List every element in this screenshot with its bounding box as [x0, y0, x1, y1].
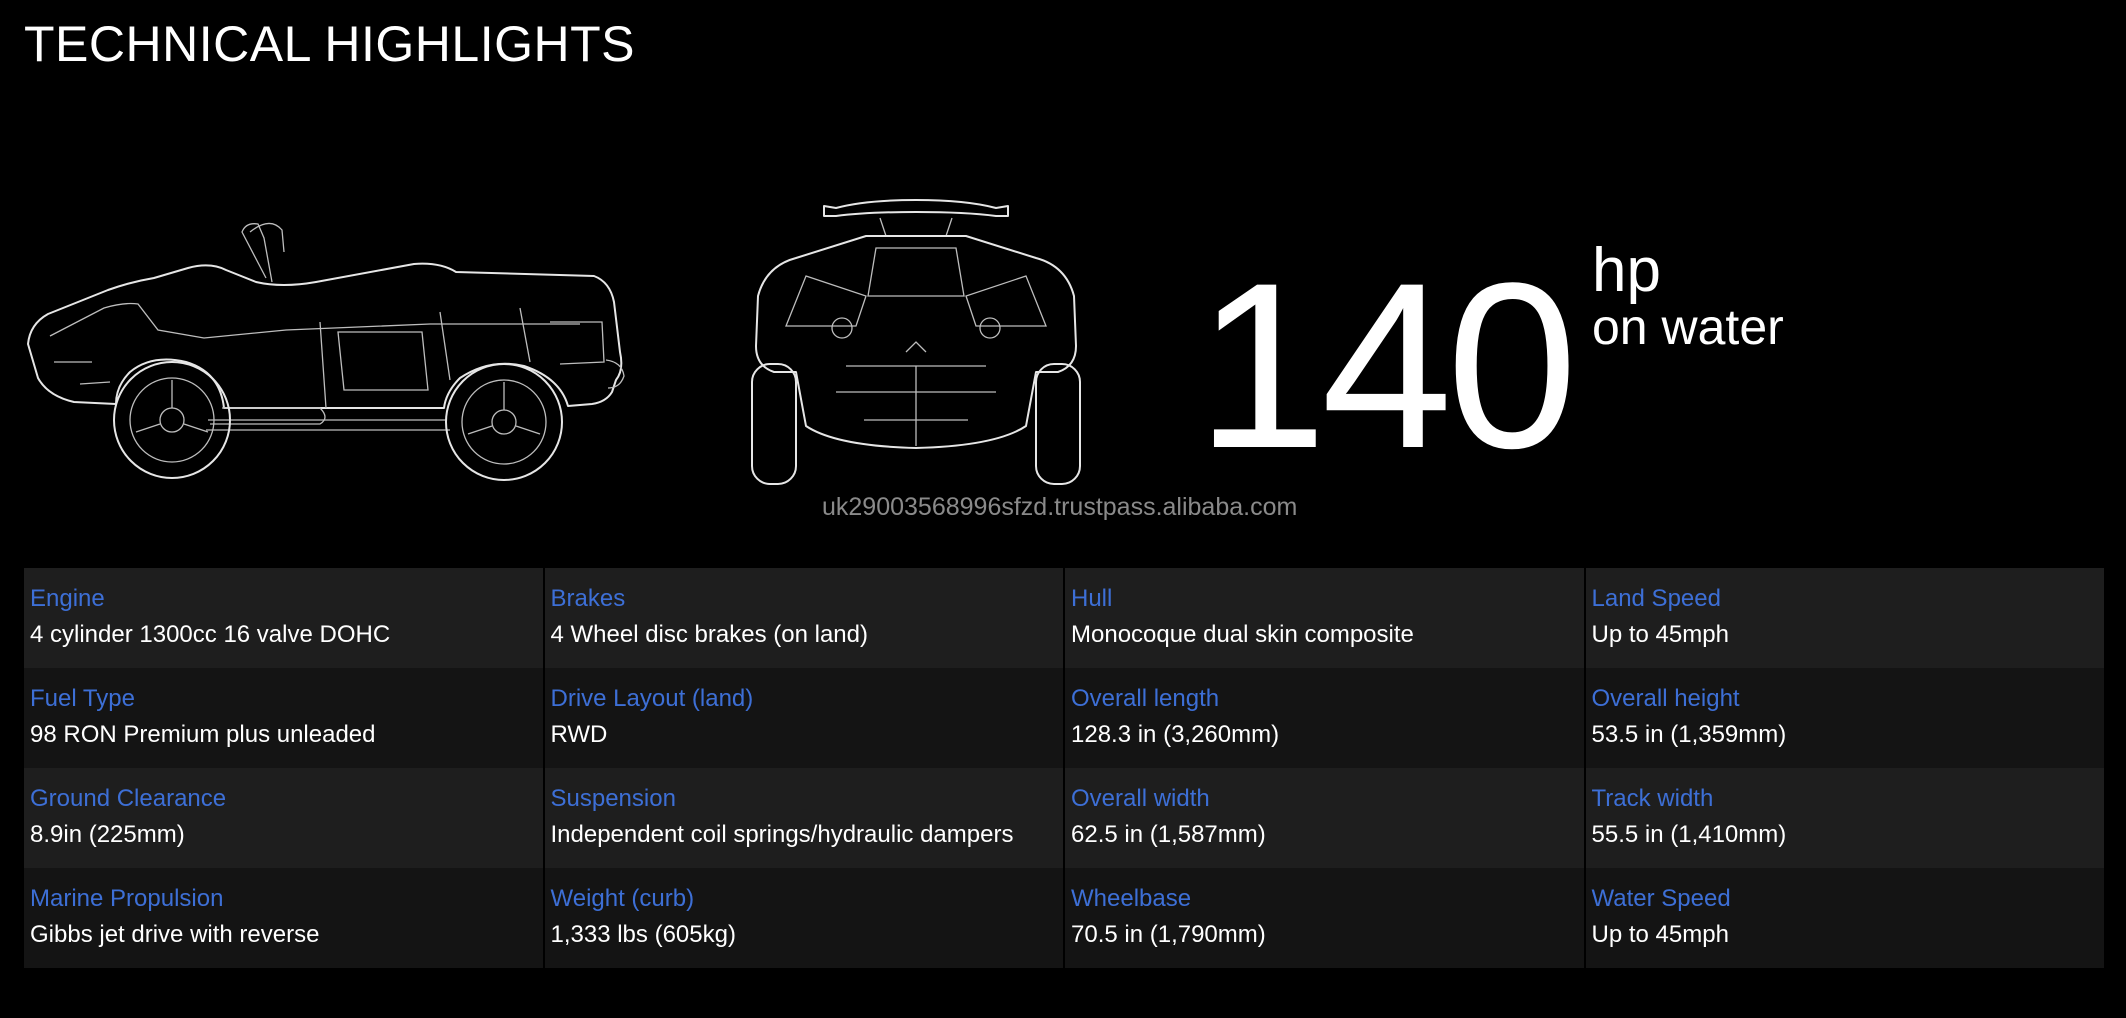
- spec-cell-water-speed: Water Speed Up to 45mph: [1585, 868, 2104, 968]
- side-view-illustration: [27, 222, 625, 481]
- spec-cell-suspension: Suspension Independent coil springs/hydr…: [544, 768, 1063, 868]
- spec-cell-weight: Weight (curb) 1,333 lbs (605kg): [544, 868, 1063, 968]
- spec-cell-drive-layout: Drive Layout (land) RWD: [544, 668, 1063, 768]
- spec-cell-hull: Hull Monocoque dual skin composite: [1065, 568, 1584, 668]
- spec-value: 4 cylinder 1300cc 16 valve DOHC: [30, 621, 391, 648]
- spec-value: 4 Wheel disc brakes (on land): [550, 621, 868, 648]
- technical-highlights-page: TECHNICAL HIGHLIGHTS 140 hp on water uk2…: [0, 0, 2126, 1018]
- spec-value: 55.5 in (1,410mm): [1591, 821, 1787, 848]
- spec-label: Engine: [30, 585, 105, 612]
- spec-label: Brakes: [550, 585, 626, 612]
- spec-value: Independent coil springs/hydraulic dampe…: [550, 821, 1014, 848]
- spec-label: Overall length: [1071, 685, 1220, 712]
- spec-label: Wheelbase: [1071, 885, 1192, 912]
- spec-label: Ground Clearance: [30, 785, 227, 812]
- spec-cell-overall-length: Overall length 128.3 in (3,260mm): [1065, 668, 1584, 768]
- spec-label: Hull: [1071, 585, 1113, 612]
- spec-label: Overall height: [1591, 685, 1740, 712]
- watermark-text: uk29003568996sfzd.trustpass.alibaba.com: [822, 493, 1298, 521]
- spec-cell-wheelbase: Wheelbase 70.5 in (1,790mm): [1065, 868, 1584, 968]
- spec-label: Overall width: [1071, 785, 1210, 812]
- spec-cell-overall-width: Overall width 62.5 in (1,587mm): [1065, 768, 1584, 868]
- spec-label: Suspension: [550, 785, 676, 812]
- spec-label: Water Speed: [1591, 885, 1731, 912]
- spec-value: Up to 45mph: [1591, 621, 1729, 648]
- horsepower-unit: hp: [1592, 236, 1661, 305]
- spec-label: Track width: [1591, 785, 1714, 812]
- spec-value: Gibbs jet drive with reverse: [30, 921, 320, 948]
- spec-cell-overall-height: Overall height 53.5 in (1,359mm): [1585, 668, 2104, 768]
- spec-cell-ground-clearance: Ground Clearance 8.9in (225mm): [24, 768, 543, 868]
- spec-cell-track-width: Track width 55.5 in (1,410mm): [1585, 768, 2104, 868]
- spec-value: 98 RON Premium plus unleaded: [30, 721, 376, 748]
- spec-label: Drive Layout (land): [550, 685, 754, 712]
- page-title: TECHNICAL HIGHLIGHTS: [24, 16, 636, 72]
- spec-value: 53.5 in (1,359mm): [1591, 721, 1787, 748]
- spec-value: 128.3 in (3,260mm): [1071, 721, 1280, 748]
- spec-table: Engine 4 cylinder 1300cc 16 valve DOHC B…: [24, 568, 2104, 968]
- horsepower-number: 140: [1196, 234, 1578, 498]
- spec-cell-engine: Engine 4 cylinder 1300cc 16 valve DOHC: [24, 568, 543, 668]
- spec-cell-brakes: Brakes 4 Wheel disc brakes (on land): [544, 568, 1063, 668]
- spec-value: 8.9in (225mm): [30, 821, 185, 848]
- spec-value: 1,333 lbs (605kg): [550, 921, 736, 948]
- spec-cell-fuel-type: Fuel Type 98 RON Premium plus unleaded: [24, 668, 543, 768]
- spec-cell-land-speed: Land Speed Up to 45mph: [1585, 568, 2104, 668]
- spec-label: Fuel Type: [30, 685, 135, 712]
- spec-value: Monocoque dual skin composite: [1071, 621, 1414, 648]
- spec-label: Marine Propulsion: [30, 885, 224, 912]
- spec-value: Up to 45mph: [1591, 921, 1729, 948]
- spec-value: 62.5 in (1,587mm): [1071, 821, 1266, 848]
- spec-value: RWD: [550, 721, 608, 748]
- spec-cell-marine-propulsion: Marine Propulsion Gibbs jet drive with r…: [24, 868, 543, 968]
- horsepower-subtext: on water: [1592, 299, 1784, 355]
- rear-view-illustration: [751, 199, 1081, 485]
- spec-label: Land Speed: [1591, 585, 1721, 612]
- spec-value: 70.5 in (1,790mm): [1071, 921, 1266, 948]
- spec-label: Weight (curb): [550, 885, 695, 912]
